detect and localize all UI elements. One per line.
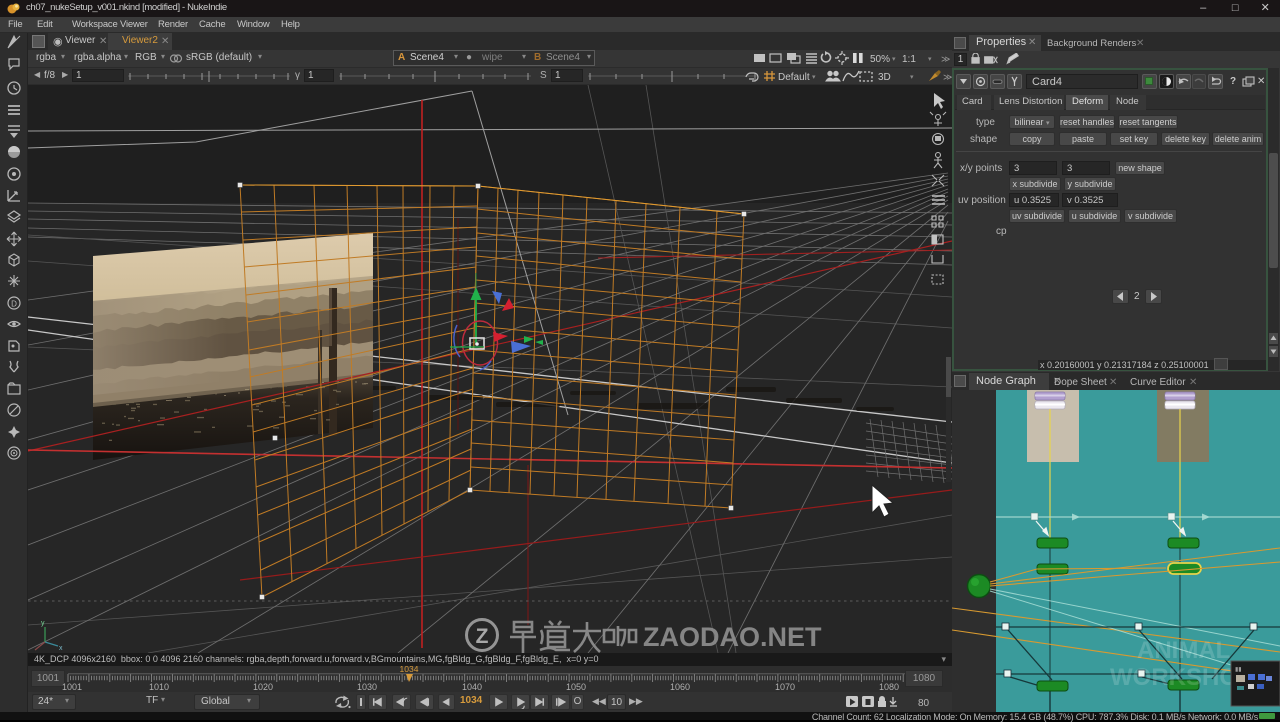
svg-text:D: D xyxy=(11,300,17,309)
svg-text:50%: 50% xyxy=(870,54,890,65)
svg-text:1034: 1034 xyxy=(400,666,419,674)
svg-text:▾: ▾ xyxy=(928,56,932,63)
svg-text:▮▮: ▮▮ xyxy=(1235,667,1242,673)
svg-text:x: x xyxy=(59,645,63,652)
svg-text:≫: ≫ xyxy=(943,72,952,82)
svg-text:ZAODAO.NET: ZAODAO.NET xyxy=(643,622,822,652)
svg-text:Z: Z xyxy=(476,625,489,648)
svg-text:1080: 1080 xyxy=(879,682,899,692)
svg-text:80: 80 xyxy=(918,698,930,709)
svg-text:▾: ▾ xyxy=(910,74,914,81)
svg-text:1040: 1040 xyxy=(462,682,482,692)
svg-text:1070: 1070 xyxy=(775,682,795,692)
svg-text:1050: 1050 xyxy=(566,682,586,692)
svg-text:y: y xyxy=(41,620,45,627)
svg-text:3D: 3D xyxy=(878,72,891,83)
svg-text:≫: ≫ xyxy=(941,54,950,64)
svg-text:1030: 1030 xyxy=(357,682,377,692)
svg-text:1020: 1020 xyxy=(253,682,273,692)
svg-text:Default: Default xyxy=(778,72,810,83)
svg-text:1:1: 1:1 xyxy=(902,54,916,65)
svg-text:▾: ▾ xyxy=(892,56,896,63)
svg-text:1001: 1001 xyxy=(62,682,82,692)
svg-text:ANIMAL: ANIMAL xyxy=(1137,637,1230,664)
svg-text:1010: 1010 xyxy=(149,682,169,692)
svg-text:▾: ▾ xyxy=(812,74,816,81)
svg-text:1060: 1060 xyxy=(670,682,690,692)
